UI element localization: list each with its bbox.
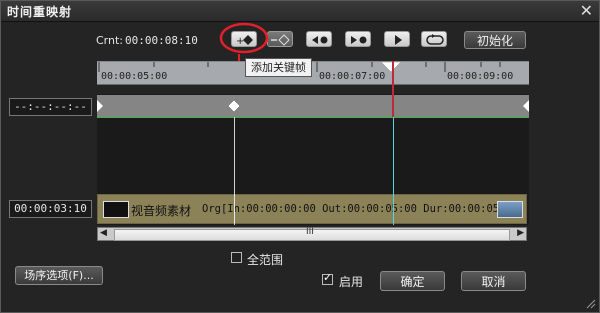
- enable-checkbox[interactable]: ✓: [322, 271, 333, 285]
- keyframe-markers: [97, 99, 529, 113]
- clip-track[interactable]: 视音频素材 Org[In:00:00:00:00 Out:00:00:05:00…: [97, 194, 527, 224]
- scroll-left-icon[interactable]: ◀: [100, 228, 107, 238]
- prev-keyframe-button[interactable]: [306, 31, 332, 47]
- window-title: 时间重映射: [7, 5, 73, 19]
- ruler-tick-label: 00:00:09:00: [447, 71, 514, 82]
- clip-name: 视音频素材: [131, 204, 192, 218]
- loop-icon: [426, 34, 444, 45]
- full-range-checkbox[interactable]: [231, 252, 242, 263]
- loop-button[interactable]: [421, 31, 447, 47]
- keyframe-time-field[interactable]: --:--:--:--: [9, 98, 92, 116]
- scrollbar-grip: III: [306, 227, 314, 237]
- play-icon: [395, 35, 402, 45]
- ok-button[interactable]: 确定: [380, 271, 445, 291]
- timeline-scrollbar[interactable]: ◀ III ▶: [97, 227, 527, 241]
- playhead-line: [392, 61, 394, 117]
- timeline-ruler[interactable]: 00:00:05:00 00:00:07:00 00:00:09:00: [97, 61, 529, 85]
- cancel-button[interactable]: 取消: [461, 271, 526, 291]
- time-remap-dialog: 时间重映射 ✕ Crnt: 00:00:08:10 + 初始化 00:00:05…: [0, 0, 600, 313]
- resize-grip-icon[interactable]: [584, 297, 596, 309]
- scrollbar-thumb[interactable]: III: [114, 227, 510, 241]
- play-button[interactable]: [384, 31, 410, 47]
- clip-thumbnail-right: [497, 201, 523, 218]
- add-keyframe-tooltip: 添加关键帧: [245, 58, 312, 77]
- title-bar: 时间重映射 ✕: [1, 1, 599, 22]
- ruler-tick-label: 00:00:07:00: [319, 71, 386, 82]
- sequence-options-button[interactable]: 场序选项(F)...: [15, 266, 103, 285]
- keyframe-track[interactable]: [97, 95, 529, 118]
- clip-time-field[interactable]: 00:00:03:10: [9, 200, 92, 218]
- scroll-right-icon[interactable]: ▶: [517, 228, 524, 238]
- checkmark-icon: ✓: [323, 271, 333, 284]
- current-time-label: Crnt:: [96, 34, 124, 47]
- clip-info: Org[In:00:00:00:00 Out:00:00:05:00 Dur:0…: [202, 203, 502, 215]
- next-keyframe-icon: [351, 36, 367, 44]
- prev-keyframe-icon: [312, 36, 328, 44]
- current-time-value: 00:00:08:10: [125, 34, 198, 47]
- full-range-label: 全范围: [247, 253, 284, 267]
- keyframe-guide-line-clip: [234, 194, 235, 224]
- clip-thumbnail-left: [103, 201, 129, 218]
- cursor-line-clip: [393, 194, 394, 224]
- initialize-button[interactable]: 初始化: [464, 31, 526, 49]
- next-keyframe-button[interactable]: [345, 31, 371, 47]
- ruler-tick-label: 00:00:05:00: [101, 71, 168, 82]
- enable-label: 启用: [339, 275, 364, 289]
- close-icon[interactable]: ✕: [580, 2, 593, 20]
